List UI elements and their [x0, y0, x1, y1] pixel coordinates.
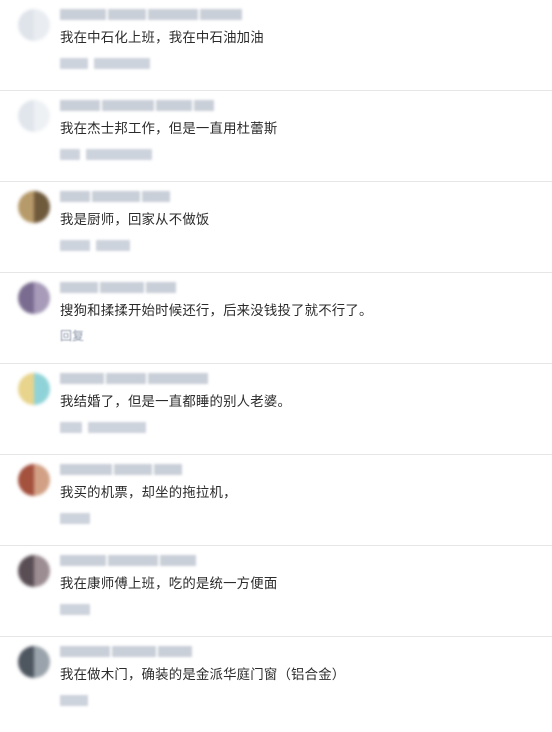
blurred-username[interactable] [60, 100, 214, 111]
blurred-meta [60, 58, 150, 69]
comment-item: 我在康师傅上班，吃的是统一方便面 [0, 546, 552, 637]
avatar[interactable] [18, 100, 50, 132]
blurred-meta [60, 422, 146, 433]
comment-item: 我在杰士邦工作，但是一直用杜蕾斯 [0, 91, 552, 182]
comment-text: 我在康师傅上班，吃的是统一方便面 [60, 577, 278, 592]
comment-text: 我结婚了，但是一直都睡的别人老婆。 [60, 395, 292, 410]
blurred-meta [60, 240, 130, 251]
comment-item: 我结婚了，但是一直都睡的别人老婆。 [0, 364, 552, 455]
avatar[interactable] [18, 646, 50, 678]
comment-text: 搜狗和揉揉开始时候还行，后来没钱投了就不行了。 [60, 304, 373, 319]
blurred-username[interactable] [60, 282, 176, 293]
avatar[interactable] [18, 555, 50, 587]
avatar[interactable] [18, 373, 50, 405]
blurred-username[interactable] [60, 464, 182, 475]
comment-item: 我在中石化上班，我在中石油加油 [0, 0, 552, 91]
comment-text: 我在做木门，确装的是金派华庭门窗（铝合金） [60, 668, 346, 683]
blurred-username[interactable] [60, 555, 196, 566]
blurred-meta [60, 149, 152, 160]
comment-item: 我是厨师，回家从不做饭 [0, 182, 552, 273]
blurred-meta [60, 513, 90, 524]
comment-item: 我在做木门，确装的是金派华庭门窗（铝合金） [0, 637, 552, 732]
blurred-username[interactable] [60, 646, 192, 657]
blurred-meta [60, 695, 88, 706]
blurred-username[interactable] [60, 9, 242, 20]
avatar[interactable] [18, 464, 50, 496]
comment-text: 我在中石化上班，我在中石油加油 [60, 31, 264, 46]
reply-link[interactable]: 回复 [60, 330, 84, 342]
comment-text: 我买的机票，却坐的拖拉机， [60, 486, 237, 501]
comment-list: 我在中石化上班，我在中石油加油 我在杰士邦工作，但是一直用杜蕾斯 我是厨师，回家… [0, 0, 552, 732]
avatar[interactable] [18, 9, 50, 41]
blurred-username[interactable] [60, 373, 208, 384]
avatar[interactable] [18, 191, 50, 223]
comment-item: 搜狗和揉揉开始时候还行，后来没钱投了就不行了。 回复 [0, 273, 552, 364]
comment-text: 我在杰士邦工作，但是一直用杜蕾斯 [60, 122, 278, 137]
comment-item: 我买的机票，却坐的拖拉机， [0, 455, 552, 546]
comment-text: 我是厨师，回家从不做饭 [60, 213, 210, 228]
blurred-username[interactable] [60, 191, 170, 202]
avatar[interactable] [18, 282, 50, 314]
blurred-meta [60, 604, 90, 615]
